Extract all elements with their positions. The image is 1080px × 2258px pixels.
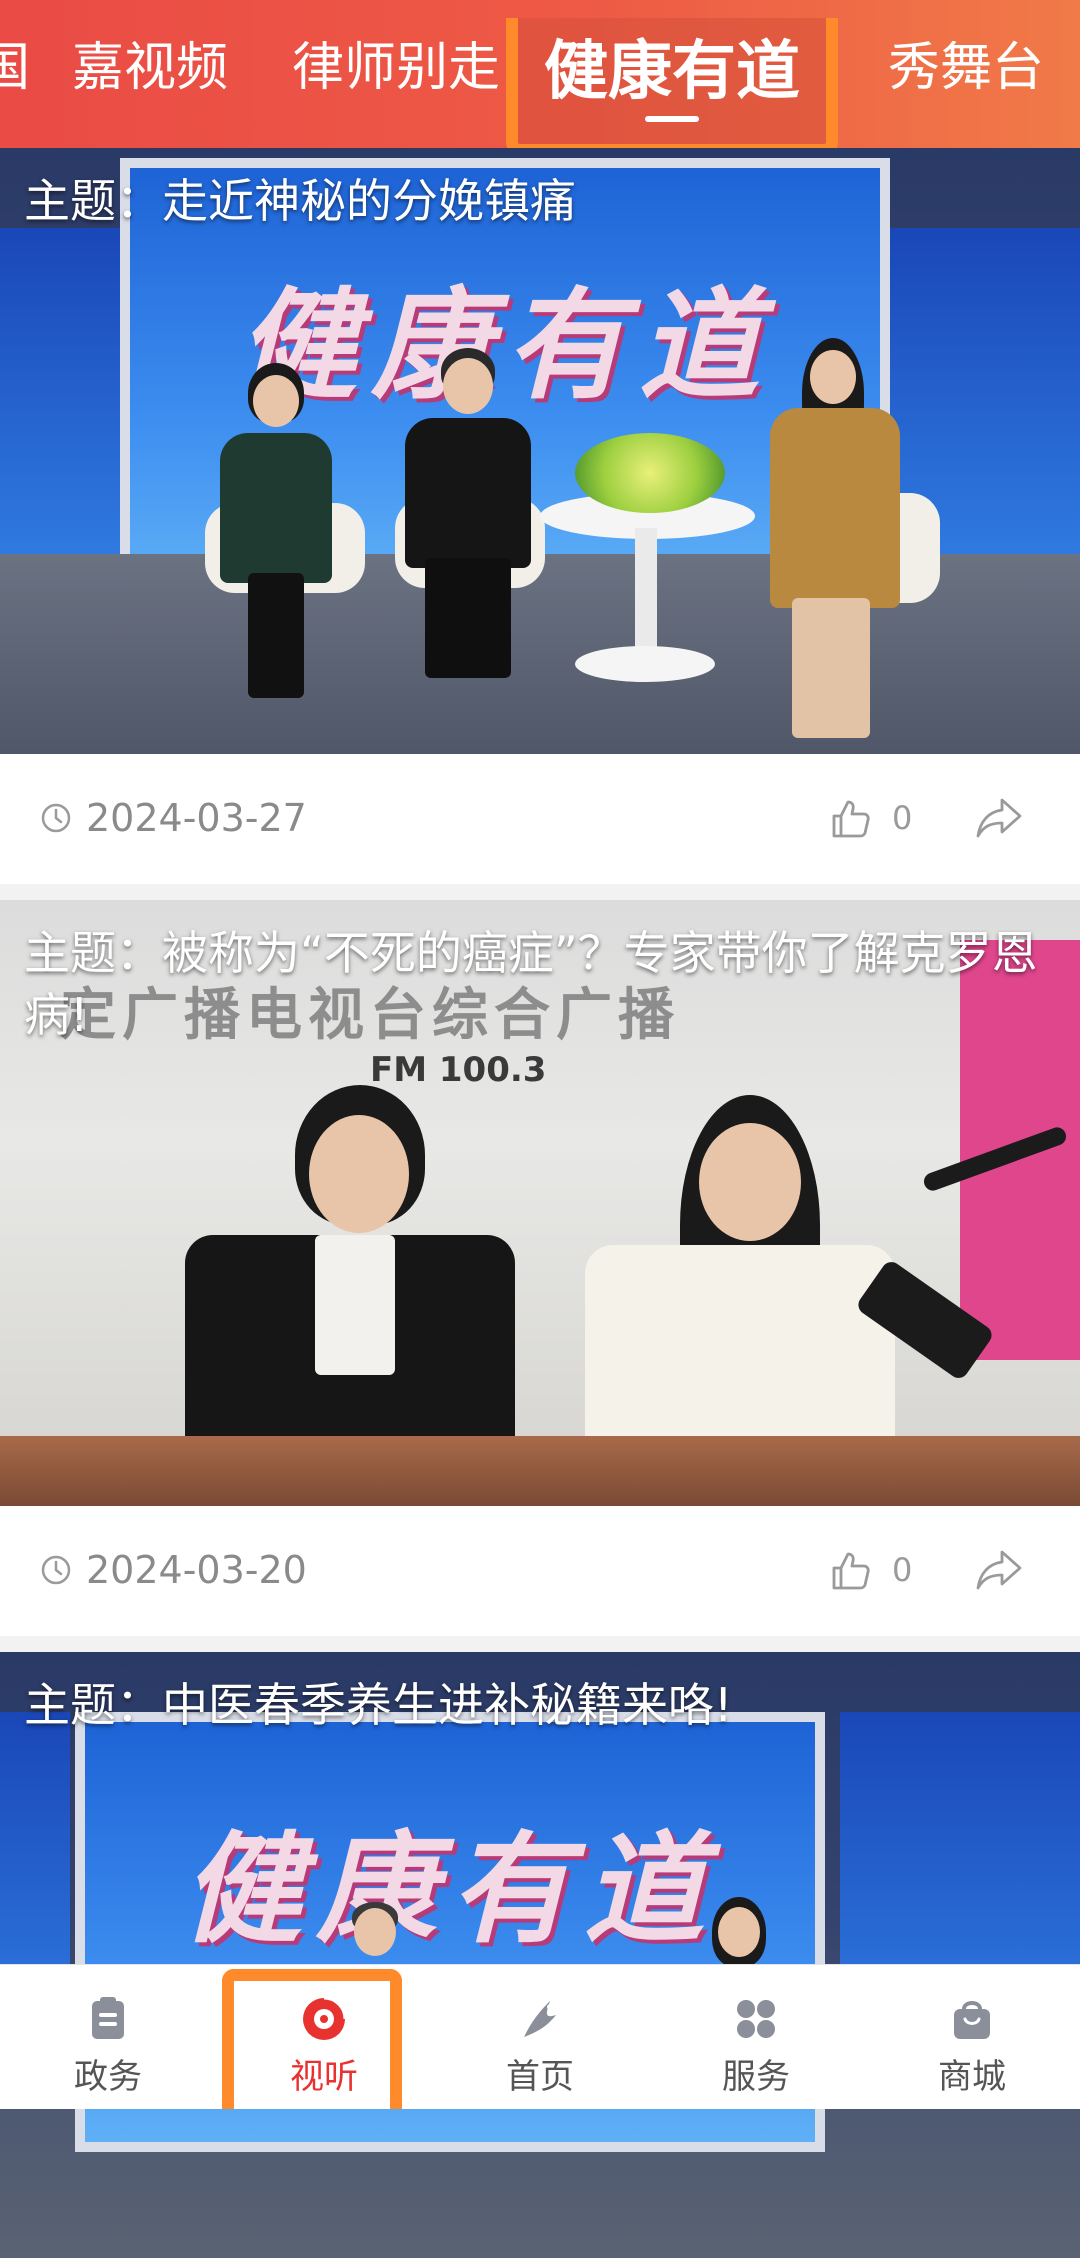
nav-label: 政务 (74, 2057, 142, 2097)
studio-scene: 健康有道 (0, 148, 1080, 754)
tab-health-label: 健康有道 (544, 35, 800, 109)
grid-icon (737, 2000, 775, 2038)
tab-jia-video[interactable]: 嘉视频 (72, 30, 228, 106)
bottom-navigation: 政务 视听 首页 服务 商城 (0, 1964, 1080, 2109)
video-card[interactable]: 定广播电视台综合广播 FM 100.3 主题：被称为“不死的癌症”？专家带你了解… (0, 900, 1080, 1636)
video-thumbnail[interactable]: 健康有道 主题：走近神秘的分娩镇痛 (0, 148, 1080, 754)
clock-icon (41, 803, 71, 833)
nav-label: 商城 (938, 2057, 1006, 2097)
publish-date: 2024-03-27 (40, 792, 307, 844)
like-button[interactable]: 0 (828, 1544, 912, 1596)
clipboard-icon (92, 1997, 124, 2039)
publish-date: 2024-03-20 (40, 1544, 307, 1596)
studio-desk (0, 1436, 1080, 1506)
studio-side-panel (0, 228, 120, 558)
tab-active-indicator (645, 116, 699, 122)
like-button[interactable]: 0 (828, 792, 912, 844)
studio-scene: 健康有道 (0, 1652, 1080, 2258)
video-topic: 主题：走近神秘的分娩镇痛 (24, 174, 576, 228)
nav-service[interactable]: 服务 (648, 1965, 864, 2109)
nav-label: 首页 (506, 2057, 574, 2097)
video-feed: 健康有道 主题：走近神秘的分娩镇痛 2024-03-27 0 定广播电视台综合广… (0, 148, 1080, 2258)
screen-title: 健康有道 (237, 277, 773, 416)
video-meta: 2024-03-20 0 (0, 1506, 1080, 1636)
video-topic: 主题：被称为“不死的癌症”？专家带你了解克罗恩病! (24, 926, 1038, 1042)
nav-home[interactable]: 首页 (432, 1965, 648, 2109)
flower-bouquet (575, 433, 725, 513)
thumbs-up-icon (832, 800, 870, 838)
video-meta: 2024-03-27 0 (0, 754, 1080, 884)
nav-label: 服务 (722, 2057, 790, 2097)
video-topic: 主题：中医春季养生进补秘籍来咯! (24, 1678, 733, 1732)
nav-government[interactable]: 政务 (0, 1965, 216, 2109)
video-card[interactable]: 健康有道 主题：中医春季养生进补秘籍来咯! (0, 1652, 1080, 2258)
top-tab-bar: 国 嘉视频 律师别走 健康有道 秀舞台 (0, 0, 1080, 148)
thumbs-up-icon (832, 1552, 870, 1590)
clock-icon (41, 1555, 71, 1585)
shopping-bag-icon (954, 2001, 990, 2039)
video-thumbnail[interactable]: 定广播电视台综合广播 FM 100.3 主题：被称为“不死的癌症”？专家带你了解… (0, 900, 1080, 1506)
tab-partial-left[interactable]: 国 (0, 30, 30, 106)
share-icon[interactable] (974, 1548, 1024, 1592)
video-thumbnail[interactable]: 健康有道 主题：中医春季养生进补秘籍来咯! (0, 1652, 1080, 2258)
like-count: 0 (892, 799, 913, 837)
nav-highlight-box (222, 1969, 402, 2109)
like-count: 0 (892, 1551, 913, 1589)
tab-show-stage[interactable]: 秀舞台 (888, 30, 1044, 106)
date-text: 2024-03-20 (86, 1548, 307, 1592)
date-text: 2024-03-27 (86, 796, 307, 840)
studio-table (635, 528, 657, 658)
tab-health-active[interactable]: 健康有道 (506, 18, 838, 148)
screen-title: 健康有道 (182, 1821, 718, 1960)
video-card[interactable]: 健康有道 主题：走近神秘的分娩镇痛 2024-03-27 0 (0, 148, 1080, 884)
home-logo-icon (524, 2001, 556, 2037)
wall-frequency: FM 100.3 (370, 1050, 547, 1090)
studio-table (575, 646, 715, 682)
nav-mall[interactable]: 商城 (864, 1965, 1080, 2109)
tab-lawyer[interactable]: 律师别走 (292, 30, 500, 106)
share-icon[interactable] (974, 796, 1024, 840)
